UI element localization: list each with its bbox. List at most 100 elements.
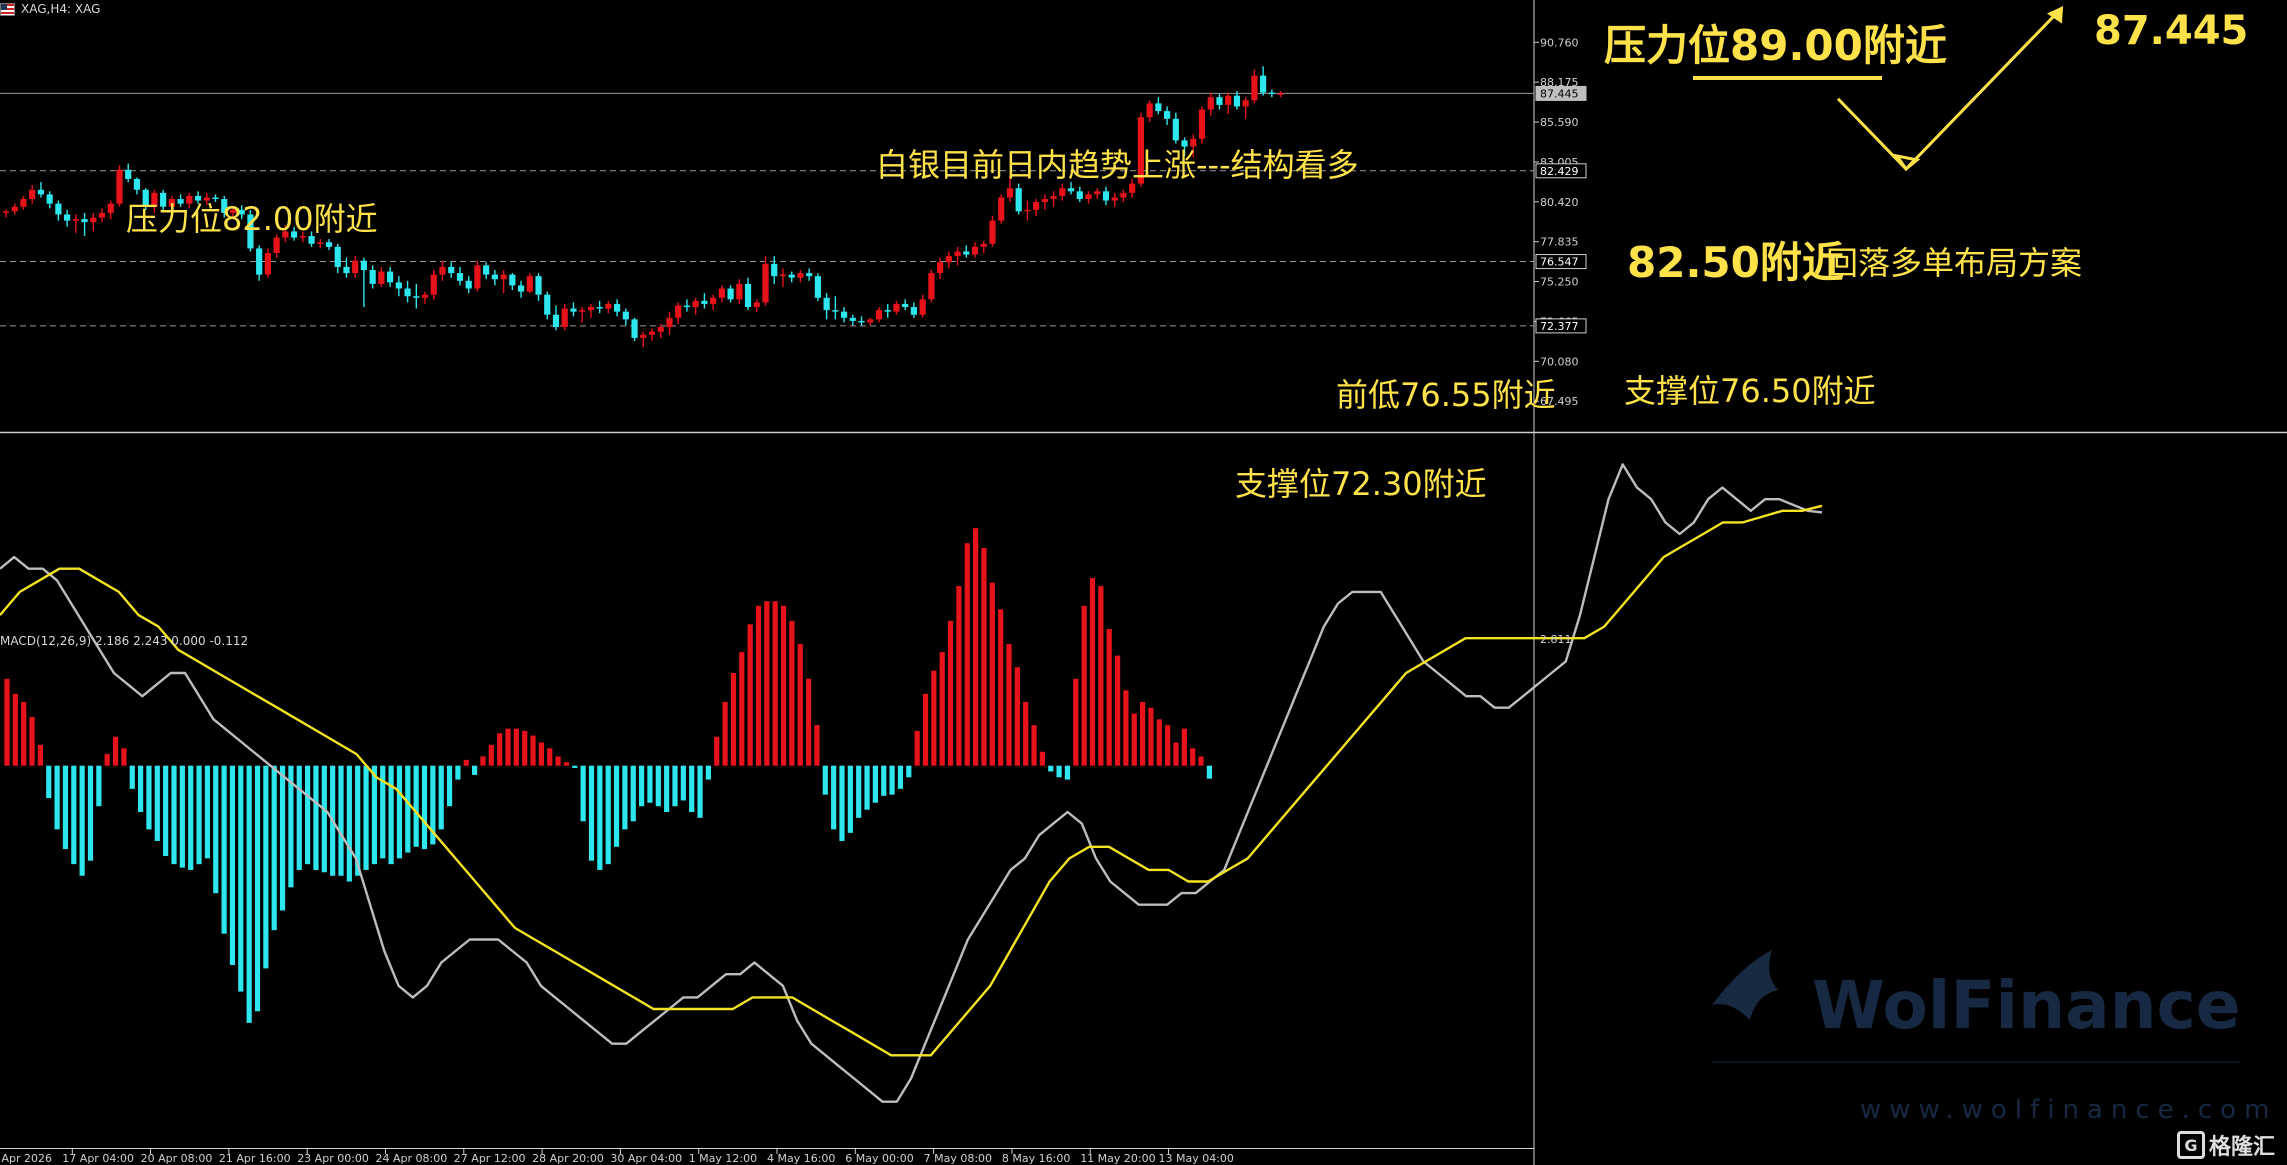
macd-bar-positive [37,744,43,766]
macd-bar-positive [1156,719,1162,766]
bull-candle [1111,197,1118,201]
bull-candle [867,319,874,323]
bull-candle [587,307,595,311]
macd-bar-negative [305,765,311,865]
macd-bar-negative [697,765,703,818]
bull-candle [710,297,717,304]
bull-candle [1024,209,1031,212]
price-tick-label: 80.420 [1540,196,1579,209]
macd-bar-negative [263,765,269,969]
flag-icon [0,2,15,16]
bull-candle [919,299,926,315]
bear-candle [788,274,795,278]
watermark-brand: WolFinance [1812,967,2241,1044]
macd-bar-negative [639,765,645,807]
bear-candle [125,169,132,179]
bear-candle [212,197,219,200]
macd-bar-negative [229,765,236,965]
bear-candle [509,274,516,286]
bull-candle [430,274,437,295]
macd-bar-positive [931,670,937,766]
macd-bar-negative [271,765,277,931]
macd-bar-negative [179,765,185,868]
symbol-title: XAG,H4: XAG [21,2,101,16]
price-label: 72.377 [1540,320,1579,333]
macd-bar-positive [914,730,920,766]
bull-candle [640,334,647,338]
macd-bar-negative [839,765,845,841]
macd-bar-negative [221,765,227,934]
bear-candle [596,307,603,309]
macd-bar-positive [797,644,803,766]
macd-bar-positive [739,652,745,766]
macd-bar-positive [730,672,737,766]
bear-candle [614,303,621,312]
bull-candle [1050,195,1057,200]
bull-candle [1033,202,1040,210]
macd-bar-positive [772,601,778,766]
bull-candle [1129,183,1136,193]
macd-bar-positive [764,601,770,766]
macd-bar-positive [789,620,795,766]
macd-bar-positive [722,701,728,766]
bull-candle [1242,100,1249,107]
title-bar: XAG,H4: XAG [0,0,100,18]
macd-bar-negative [672,765,678,807]
macd-bar-positive [513,728,519,766]
bear-candle [552,314,560,328]
bear-candle [806,273,813,277]
bear-candle [1163,111,1171,119]
time-tick-label: 11 May 20:00 [1080,1152,1155,1165]
macd-bar-negative [680,765,686,801]
watermark-url: www.wolfinance.com [1860,1095,2277,1125]
bull-candle [779,274,787,277]
time-tick-label: 30 Apr 04:00 [610,1152,682,1165]
macd-bar-positive [780,605,787,766]
macd-bar-negative [622,765,628,830]
bull-candle [1059,188,1066,196]
macd-bar-negative [371,765,377,865]
bear-candle [814,276,821,298]
bull-candle [90,217,97,223]
macd-bar-negative [831,765,837,830]
macd-bar-negative [889,765,895,795]
bear-candle [413,296,420,298]
macd-bar-positive [814,725,820,766]
macd-bar-negative [413,765,419,847]
macd-bar-positive [1198,756,1204,766]
macd-bar-negative [881,765,887,796]
bear-candle [727,288,734,300]
time-tick-label: 6 May 00:00 [845,1152,913,1165]
bear-candle [517,285,525,292]
macd-bar-negative [238,765,244,992]
macd-bar-negative [647,765,653,803]
annotation-resistance: 压力位89.00附近 [1604,21,1947,70]
bear-candle [535,276,542,295]
bull-candle [421,294,429,298]
macd-panel: 2.811 [0,463,1823,1103]
annotation-resistance: 压力位82.00附近 [126,200,378,238]
macd-bar-negative [588,765,595,861]
bull-candle [1251,75,1258,101]
bear-candle [622,311,629,320]
macd-bar-positive [1190,748,1196,766]
time-tick-label: 20 Apr 08:00 [141,1152,213,1165]
bull-candle [998,197,1005,221]
bull-candle [648,331,656,335]
bear-candle [963,251,970,255]
bull-candle [762,263,769,303]
macd-bar-positive [121,748,127,766]
macd-bar-positive [1123,690,1129,766]
bear-candle [910,307,918,315]
macd-bar-negative [605,765,611,865]
macd-bar-negative [171,765,177,865]
macd-bar-negative [196,765,202,865]
macd-bar-negative [655,765,661,807]
macd-bar-positive [104,754,110,766]
macd-bar-negative [338,765,344,876]
bear-candle [46,194,53,204]
bear-candle [1172,118,1179,141]
bull-candle [1085,194,1092,200]
macd-bar-negative [363,765,369,870]
bull-candle [875,310,883,320]
